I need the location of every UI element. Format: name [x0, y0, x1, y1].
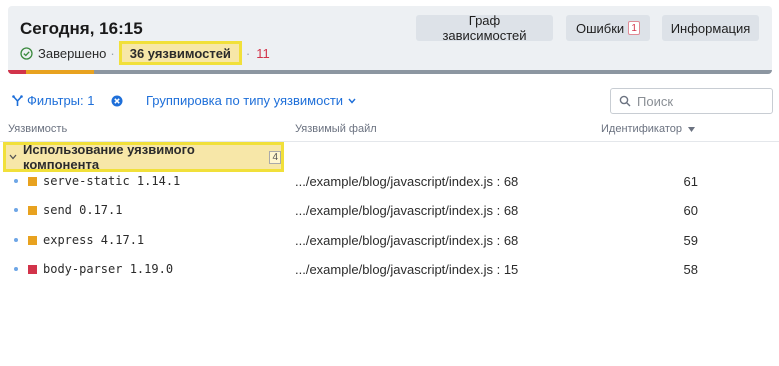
bullet-dot [14, 267, 18, 271]
critical-count[interactable]: 11 [256, 46, 270, 61]
clear-filters-icon[interactable] [111, 94, 123, 107]
scan-title: Сегодня, 16:15 [20, 19, 143, 38]
dependency-graph-button[interactable]: Граф зависимостей [416, 13, 553, 43]
status-text: Завершено [38, 45, 107, 61]
severity-progress-bar [8, 70, 772, 74]
sort-desc-icon [687, 126, 695, 132]
table-row[interactable]: express 4.17.1 .../example/blog/javascri… [0, 228, 779, 257]
column-header-identifier-label: Идентификатор [601, 123, 682, 135]
errors-label: Ошибки [576, 20, 625, 36]
search-icon [619, 95, 631, 107]
column-header-file[interactable]: Уязвимый файл [295, 123, 377, 135]
check-circle-icon [20, 46, 33, 60]
scan-header: Сегодня, 16:15 Завершено · 36 уязвимосте… [8, 6, 772, 74]
identifier: 59 [683, 233, 698, 248]
info-button[interactable]: Информация [662, 15, 759, 41]
filters-button[interactable]: Фильтры: 1 [12, 93, 94, 108]
errors-badge: 1 [628, 21, 640, 35]
table-row[interactable]: send 0.17.1 .../example/blog/javascript/… [0, 198, 779, 227]
table-row[interactable]: body-parser 1.19.0 .../example/blog/java… [0, 257, 779, 286]
grouping-dropdown[interactable]: Группировка по типу уязвимости [146, 93, 356, 108]
component-name: send 0.17.1 [43, 203, 123, 217]
severity-icon [28, 206, 37, 215]
severity-icon [28, 177, 37, 186]
chevron-down-icon [348, 98, 356, 104]
scan-status-row: Завершено · 36 уязвимостей · 11 [20, 41, 270, 65]
identifier: 61 [683, 174, 698, 189]
group-label: Использование уязвимого компонента [23, 142, 195, 172]
errors-button[interactable]: Ошибки 1 [566, 15, 650, 41]
progress-segment [8, 70, 27, 74]
bullet-dot [14, 208, 18, 212]
group-row-vulnerable-component[interactable]: Использование уязвимого компонента 4 [3, 142, 284, 172]
grouping-label: Группировка по типу уязвимости [146, 93, 344, 108]
vulnerable-file: .../example/blog/javascript/index.js : 6… [295, 233, 519, 248]
info-label: Информация [670, 20, 751, 36]
filter-icon [12, 94, 23, 107]
group-count-badge: 4 [269, 150, 281, 164]
search-box[interactable] [610, 88, 773, 114]
chevron-down-icon [9, 154, 17, 160]
column-header-vulnerability[interactable]: Уязвимость [8, 123, 67, 135]
progress-segment [26, 70, 94, 74]
filters-label: Фильтры: 1 [27, 93, 95, 108]
separator-dot: · [110, 45, 115, 61]
vulnerability-count[interactable]: 36 уязвимостей [118, 41, 242, 65]
severity-icon [28, 236, 37, 245]
identifier: 58 [683, 262, 698, 277]
search-input[interactable] [637, 93, 767, 109]
bullet-dot [14, 179, 18, 183]
table-row[interactable]: serve-static 1.14.1 .../example/blog/jav… [0, 169, 779, 198]
vulnerable-file: .../example/blog/javascript/index.js : 1… [295, 262, 519, 277]
vulnerable-file: .../example/blog/javascript/index.js : 6… [295, 203, 519, 218]
component-name: body-parser 1.19.0 [43, 262, 174, 276]
identifier: 60 [683, 203, 698, 218]
dependency-graph-label: Граф зависимостей [442, 13, 527, 43]
severity-icon [28, 265, 37, 274]
column-header-identifier[interactable]: Идентификатор [601, 123, 695, 135]
vulnerable-file: .../example/blog/javascript/index.js : 6… [295, 174, 519, 189]
component-name: serve-static 1.14.1 [43, 174, 181, 188]
bullet-dot [14, 238, 18, 242]
component-name: express 4.17.1 [43, 233, 145, 247]
separator-dot: · [245, 45, 251, 61]
